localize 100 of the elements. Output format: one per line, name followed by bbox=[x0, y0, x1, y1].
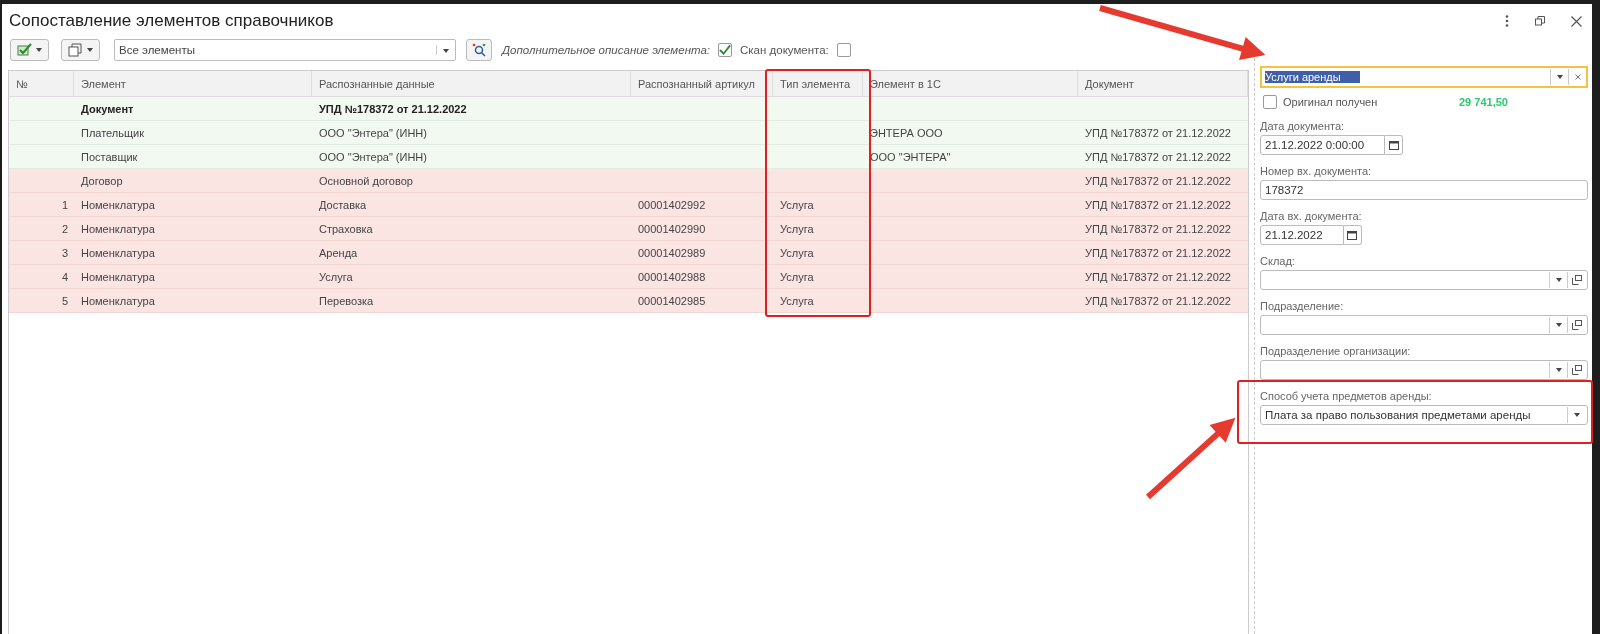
table-cell: 00001402985 bbox=[638, 294, 706, 307]
combo-field[interactable] bbox=[1260, 360, 1588, 380]
table-cell: Услуга bbox=[780, 294, 814, 307]
table-cell: 4 bbox=[61, 270, 68, 283]
calendar-icon bbox=[1388, 140, 1399, 150]
open-form-icon[interactable] bbox=[1571, 320, 1582, 330]
checkbox[interactable] bbox=[1263, 95, 1277, 109]
table-cell: Услуга bbox=[780, 246, 814, 259]
field-label: Подразделение организации: bbox=[1260, 345, 1412, 357]
table-cell: Услуга bbox=[780, 270, 814, 283]
table-cell: УПД №178372 от 21.12.2022 bbox=[1085, 294, 1231, 307]
checkbox[interactable] bbox=[836, 43, 851, 57]
field-label: Номер вх. документа: bbox=[1260, 165, 1373, 177]
column-header[interactable]: Тип элемента bbox=[773, 71, 863, 96]
table-row[interactable]: Плательщик ООО "Энтера" (ИНН) ЭНТЕРА ООО УПД №178372 от 21.12.2022 bbox=[9, 121, 1248, 145]
check-list-button[interactable] bbox=[10, 39, 49, 61]
open-form-icon[interactable] bbox=[1571, 365, 1582, 375]
more-icon[interactable] bbox=[1505, 15, 1509, 27]
column-header[interactable]: № bbox=[9, 71, 74, 96]
open-form-icon[interactable] bbox=[1571, 275, 1582, 285]
checkmark-icon bbox=[17, 43, 33, 57]
table-row[interactable]: 5 Номенклатура Перевозка 00001402985 Услуга УПД №178372 от 21.12.2022 bbox=[9, 289, 1248, 313]
table-cell: УПД №178372 от 21.12.2022 bbox=[1085, 246, 1231, 259]
table-row[interactable]: 1 Номенклатура Доставка 00001402992 Услуга УПД №178372 от 21.12.2022 bbox=[9, 193, 1248, 217]
combo-field[interactable] bbox=[1260, 315, 1588, 335]
filter-field[interactable]: Все элементы bbox=[114, 39, 456, 61]
field-label: Склад: bbox=[1260, 255, 1296, 267]
table-row[interactable]: 4 Номенклатура Услуга 00001402988 Услуга УПД №178372 от 21.12.2022 bbox=[9, 265, 1248, 289]
calendar-button[interactable] bbox=[1385, 135, 1404, 155]
copy-button[interactable] bbox=[61, 39, 100, 61]
table-cell: Номенклатура bbox=[81, 222, 155, 235]
window-title: Сопоставление элементов справочников bbox=[9, 11, 334, 31]
table-row[interactable]: 2 Номенклатура Страховка 00001402990 Услуга УПД №178372 от 21.12.2022 bbox=[9, 217, 1248, 241]
table-cell: 1 bbox=[61, 198, 68, 211]
table-cell: 5 bbox=[61, 294, 68, 307]
table-cell: Номенклатура bbox=[81, 246, 155, 259]
close-icon[interactable] bbox=[1571, 15, 1582, 27]
table-cell: 00001402990 bbox=[638, 222, 706, 235]
table-cell: ООО "Энтера" (ИНН) bbox=[319, 150, 427, 163]
find-button[interactable] bbox=[466, 39, 492, 61]
amount: 29 741,50 bbox=[1459, 96, 1508, 108]
table-cell: Услуга bbox=[780, 198, 814, 211]
table-cell: Перевозка bbox=[319, 294, 374, 307]
caret-icon bbox=[443, 49, 449, 53]
column-header[interactable]: Элемент bbox=[74, 71, 312, 96]
table-cell: ООО "Энтера" (ИНН) bbox=[319, 126, 427, 139]
table-row[interactable]: Документ УПД №178372 от 21.12.2022 bbox=[9, 97, 1248, 121]
caret-icon bbox=[1555, 323, 1562, 327]
checkbox-label: Оригинал получен bbox=[1283, 96, 1379, 108]
element-combo-field[interactable]: Услуги аренды bbox=[1260, 66, 1588, 88]
calendar-button[interactable] bbox=[1343, 225, 1362, 245]
field-label: Подразделение: bbox=[1260, 300, 1345, 312]
caret-icon bbox=[36, 48, 42, 52]
table-cell: Страховка bbox=[319, 222, 373, 235]
table-row[interactable]: Поставщик ООО "Энтера" (ИНН) ООО "ЭНТЕРА" УПД №178372 от 21.12.2022 bbox=[9, 145, 1248, 169]
table-cell: ООО "ЭНТЕРА" bbox=[870, 150, 951, 163]
table-cell: 00001402989 bbox=[638, 246, 706, 259]
table-cell: Номенклатура bbox=[81, 198, 155, 211]
table-cell: УПД №178372 от 21.12.2022 bbox=[319, 102, 467, 115]
caret-icon bbox=[1556, 75, 1563, 79]
table-cell: Услуга bbox=[319, 270, 353, 283]
table-cell: Доставка bbox=[319, 198, 367, 211]
copy-icon bbox=[68, 43, 84, 57]
caret-icon bbox=[1573, 413, 1580, 417]
caret-icon bbox=[87, 48, 93, 52]
restore-icon[interactable] bbox=[1535, 16, 1545, 26]
table-cell: 00001402992 bbox=[638, 198, 706, 211]
checkbox[interactable] bbox=[718, 43, 732, 57]
search-icon bbox=[472, 43, 486, 57]
table-cell: УПД №178372 от 21.12.2022 bbox=[1085, 126, 1231, 139]
table-cell: ЭНТЕРА ООО bbox=[870, 126, 943, 139]
table-cell: УПД №178372 от 21.12.2022 bbox=[1085, 150, 1231, 163]
table-cell: Номенклатура bbox=[81, 270, 155, 283]
table-cell: Основной договор bbox=[319, 174, 413, 187]
column-header[interactable]: Элемент в 1С bbox=[863, 71, 1078, 96]
table-cell: УПД №178372 от 21.12.2022 bbox=[1085, 222, 1231, 235]
caret-icon bbox=[1555, 368, 1562, 372]
clear-icon[interactable] bbox=[1574, 74, 1581, 80]
field-label: Дата документа: bbox=[1260, 120, 1346, 132]
table-cell: Договор bbox=[81, 174, 123, 187]
calendar-icon bbox=[1347, 230, 1358, 240]
input-field[interactable]: 178372 bbox=[1260, 180, 1588, 200]
column-header[interactable]: Распознанные данные bbox=[312, 71, 631, 96]
caret-icon bbox=[1555, 278, 1562, 282]
column-header[interactable]: Документ bbox=[1078, 71, 1248, 96]
option-label: Скан документа: bbox=[740, 44, 829, 56]
table-cell: 00001402988 bbox=[638, 270, 706, 283]
table-row[interactable]: Договор Основной договор УПД №178372 от 21.12.2022 bbox=[9, 169, 1248, 193]
table-cell: Поставщик bbox=[81, 150, 138, 163]
combo-field[interactable] bbox=[1260, 270, 1588, 290]
select-field[interactable]: Плата за право пользования предметами аренды bbox=[1260, 405, 1588, 425]
table-cell: Документ bbox=[81, 102, 134, 115]
date-field[interactable]: 21.12.2022 bbox=[1260, 225, 1344, 245]
table-cell: Плательщик bbox=[81, 126, 145, 139]
table-row[interactable]: 3 Номенклатура Аренда 00001402989 Услуга УПД №178372 от 21.12.2022 bbox=[9, 241, 1248, 265]
table-cell: Номенклатура bbox=[81, 294, 155, 307]
column-header[interactable]: Распознанный артикул bbox=[631, 71, 773, 96]
field-label: Способ учета предметов аренды: bbox=[1260, 390, 1433, 402]
date-field[interactable]: 21.12.2022 0:00:00 bbox=[1260, 135, 1386, 155]
option-label: Дополнительное описание элемента: bbox=[502, 44, 710, 56]
